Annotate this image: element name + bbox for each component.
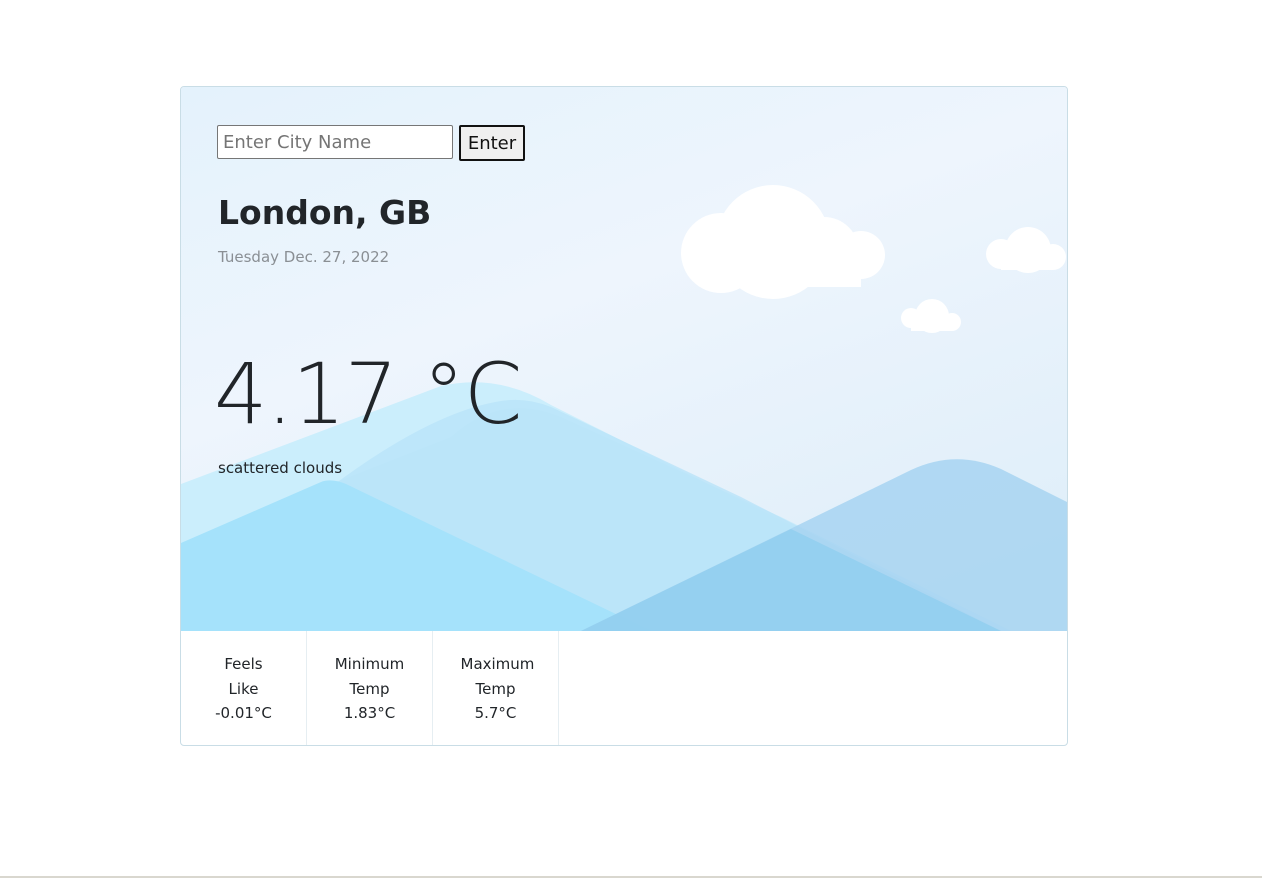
weather-card: Enter London, GB Tuesday Dec. 27, 2022 4… [180, 86, 1068, 746]
stat-value: 5.7°C [474, 704, 517, 722]
stat-feels-like: Feels Like -0.01°C [181, 631, 307, 745]
cloud-icon [986, 227, 1066, 273]
weather-stats: Feels Like -0.01°C Minimum Temp 1.83°C M… [181, 631, 1067, 745]
cloud-icon [901, 299, 961, 333]
weather-hero: Enter London, GB Tuesday Dec. 27, 2022 4… [181, 87, 1067, 631]
city-title: London, GB [218, 193, 432, 232]
city-search-input[interactable] [217, 125, 453, 159]
current-temperature: 4.17 °C [214, 345, 522, 443]
enter-button[interactable]: Enter [459, 125, 525, 161]
cloud-icon [681, 185, 885, 299]
stat-label: Minimum Temp [334, 655, 405, 698]
stat-maximum-temp: Maximum Temp 5.7°C [433, 631, 559, 745]
stat-minimum-temp: Minimum Temp 1.83°C [307, 631, 433, 745]
current-date: Tuesday Dec. 27, 2022 [218, 248, 390, 266]
stat-value: 1.83°C [343, 704, 396, 722]
stat-label: Maximum Temp [460, 655, 535, 698]
stat-value: -0.01°C [215, 704, 272, 722]
weather-description: scattered clouds [218, 459, 343, 477]
stat-label: Feels Like [224, 655, 263, 698]
